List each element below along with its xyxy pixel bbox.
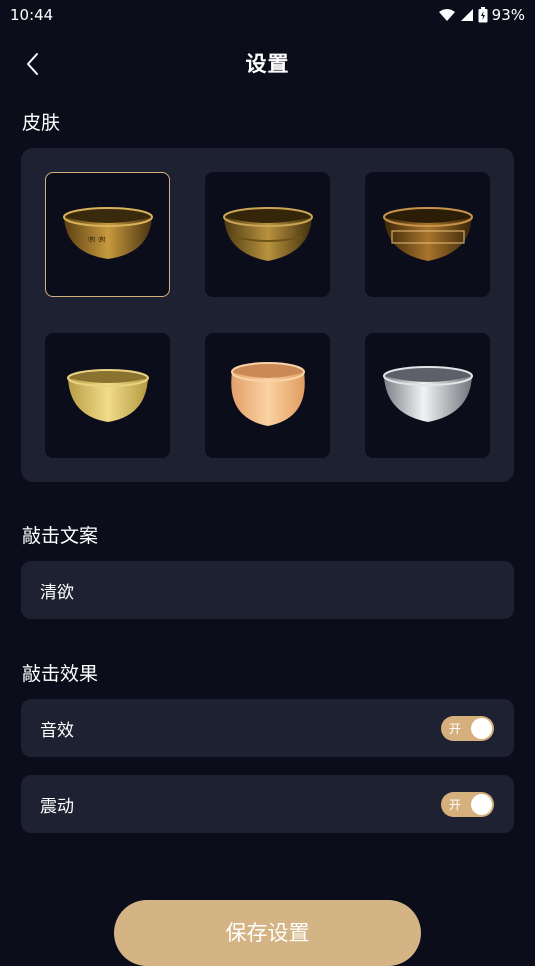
toggle-knob bbox=[471, 793, 492, 815]
vibration-toggle-text: 开 bbox=[449, 797, 462, 812]
peach-bowl-image bbox=[230, 361, 305, 426]
vibration-toggle[interactable]: 开 bbox=[441, 791, 494, 817]
bronze-script-bowl-image bbox=[382, 206, 473, 261]
silver-bowl-image bbox=[382, 365, 473, 422]
battery-icon bbox=[478, 7, 488, 23]
page-title: 设置 bbox=[245, 52, 290, 76]
tap-text-section-label: 敲击文案 bbox=[22, 525, 99, 547]
skin-option-bronze-relief[interactable] bbox=[205, 172, 330, 297]
battery-percent: 93% bbox=[491, 6, 525, 24]
light-gold-bowl-image bbox=[66, 368, 149, 422]
bronze-relief-bowl-image bbox=[222, 206, 313, 261]
back-button[interactable] bbox=[16, 48, 48, 80]
skin-panel: ཨ ཨ bbox=[21, 148, 514, 482]
status-bar: 10:44 93% bbox=[0, 0, 535, 30]
skin-option-peach[interactable] bbox=[205, 333, 330, 458]
sound-effect-toggle[interactable]: 开 bbox=[441, 715, 494, 741]
skin-option-bronze-engraved[interactable]: ཨ ཨ bbox=[45, 172, 170, 297]
vibration-row: 震动 开 bbox=[21, 775, 514, 833]
skin-option-silver[interactable] bbox=[365, 333, 490, 458]
wifi-icon bbox=[438, 9, 455, 21]
save-settings-label: 保存设置 bbox=[225, 921, 310, 945]
status-icons: 93% bbox=[438, 6, 525, 24]
skin-option-bronze-script[interactable] bbox=[365, 172, 490, 297]
save-settings-button[interactable]: 保存设置 bbox=[114, 900, 421, 966]
svg-text:ཨ ཨ: ཨ ཨ bbox=[88, 236, 105, 246]
signal-icon bbox=[460, 9, 473, 21]
bronze-engraved-bowl-image: ཨ ཨ bbox=[62, 206, 153, 259]
tap-text-input[interactable]: 清欲 bbox=[21, 561, 514, 619]
sound-effect-row: 音效 开 bbox=[21, 699, 514, 757]
tap-effect-section-label: 敲击效果 bbox=[22, 663, 99, 685]
vibration-label: 震动 bbox=[40, 796, 74, 817]
chevron-left-icon bbox=[27, 53, 38, 75]
skin-section-label: 皮肤 bbox=[22, 112, 61, 134]
toggle-knob bbox=[471, 717, 492, 739]
header: 设置 bbox=[0, 40, 535, 86]
status-time: 10:44 bbox=[10, 6, 54, 24]
sound-toggle-text: 开 bbox=[449, 721, 462, 736]
tap-text-value: 清欲 bbox=[40, 582, 74, 603]
sound-effect-label: 音效 bbox=[40, 720, 74, 741]
skin-option-light-gold[interactable] bbox=[45, 333, 170, 458]
